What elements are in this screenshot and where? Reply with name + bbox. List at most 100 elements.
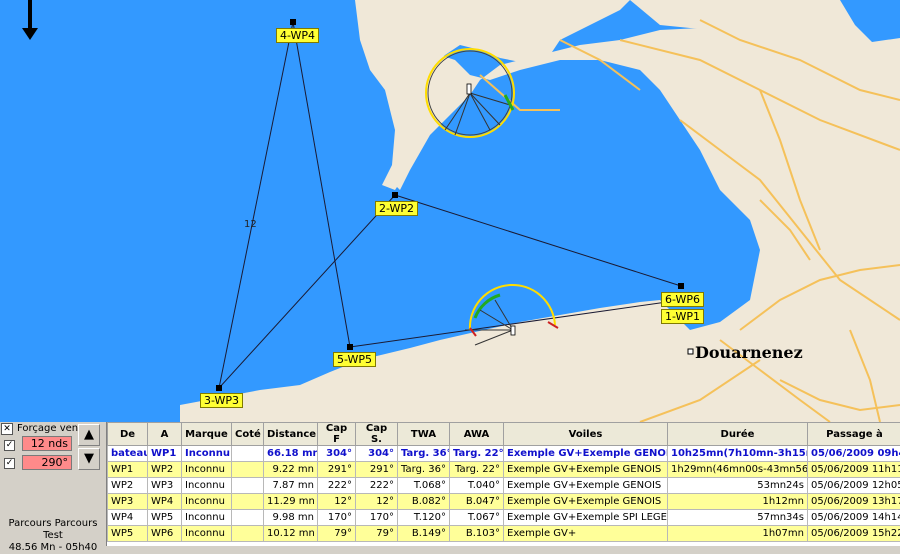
col-header[interactable]: Cap F (318, 423, 356, 446)
cell: Exemple GV+Exemple SPI LEGER (504, 510, 668, 526)
cell: 9.98 mn (264, 510, 318, 526)
cell: WP5 (148, 510, 182, 526)
cell: 222° (356, 478, 398, 494)
close-icon[interactable]: ✕ (1, 423, 13, 435)
col-header[interactable]: Passage à (808, 423, 900, 446)
cell: 1h29mn(46mn00s-43mn56s) (668, 462, 808, 478)
table-row[interactable]: WP3 WP4 Inconnu 11.29 mn 12° 12° B.082° … (108, 494, 900, 510)
cell: T.068° (398, 478, 450, 494)
wind-arrow-icon (22, 0, 38, 40)
cell: WP3 (108, 494, 148, 510)
cell: 1h12mn (668, 494, 808, 510)
cell: 57mn34s (668, 510, 808, 526)
cell: 10.12 mn (264, 526, 318, 542)
cell: bateau (108, 446, 148, 462)
cell: 05/06/2009 14h14 (808, 510, 900, 526)
col-header[interactable]: TWA (398, 423, 450, 446)
boat-icon (511, 326, 515, 335)
cell: WP4 (108, 510, 148, 526)
table-row[interactable]: WP4 WP5 Inconnu 9.98 mn 170° 170° T.120°… (108, 510, 900, 526)
cell: 12° (356, 494, 398, 510)
col-header[interactable]: A (148, 423, 182, 446)
cell: Inconnu (182, 494, 232, 510)
col-header[interactable]: Voiles (504, 423, 668, 446)
cell: Inconnu (182, 446, 232, 462)
cell: 05/06/2009 15h22 (808, 526, 900, 542)
route-status-name: Parcours Parcours Test (2, 518, 104, 542)
cell: 7.87 mn (264, 478, 318, 494)
cell: 170° (318, 510, 356, 526)
cell (232, 478, 264, 494)
cell: Targ. 36° (398, 446, 450, 462)
cell: Inconnu (182, 462, 232, 478)
table-row[interactable]: WP5 WP6 Inconnu 10.12 mn 79° 79° B.149° … (108, 526, 900, 542)
cell: 304° (318, 446, 356, 462)
panel-title: Forçage vent (17, 423, 82, 434)
land-north-point (355, 0, 630, 190)
table-row[interactable]: bateau WP1 Inconnu 66.18 mn 304° 304° Ta… (108, 446, 900, 462)
cell: 9.22 mn (264, 462, 318, 478)
col-header[interactable]: Distance (264, 423, 318, 446)
cell: T.120° (398, 510, 450, 526)
route-status-summary: 48.56 Mn - 05h40 (2, 542, 104, 554)
route-table: De A Marque Coté Distance Cap F Cap S. T… (106, 422, 900, 546)
waypoint-label-wp4[interactable]: 4-WP4 (276, 28, 319, 43)
chart-map[interactable]: 12 4-WP4 2-WP2 6-WP6 1-WP1 5-WP5 3-WP3 D… (0, 0, 900, 422)
waypoint-label-wp5[interactable]: 5-WP5 (333, 352, 376, 367)
cell: B.082° (398, 494, 450, 510)
wind-force-panel: ✕ Forçage vent ✓ 12 nds ✓ 290° ▲ ▼ Parco… (0, 422, 106, 546)
col-header[interactable]: De (108, 423, 148, 446)
cell: 53mn24s (668, 478, 808, 494)
cell: Targ. 22° (450, 462, 504, 478)
cell: Inconnu (182, 510, 232, 526)
waypoint-label-wp2[interactable]: 2-WP2 (375, 201, 418, 216)
cell (232, 462, 264, 478)
up-button[interactable]: ▲ (78, 424, 100, 446)
cell: Inconnu (182, 526, 232, 542)
cell: Exemple GV+Exemple GENOIS (504, 478, 668, 494)
cell (232, 526, 264, 542)
cell: 05/06/2009 09h41 (808, 446, 900, 462)
down-button[interactable]: ▼ (78, 448, 100, 470)
leg-label: 12 (244, 219, 257, 230)
cell: 304° (356, 446, 398, 462)
cell (232, 510, 264, 526)
cell: Targ. 22° (450, 446, 504, 462)
cell: WP2 (148, 462, 182, 478)
col-header[interactable]: Durée (668, 423, 808, 446)
col-header[interactable]: Cap S. (356, 423, 398, 446)
cell: 11.29 mn (264, 494, 318, 510)
wind-dir-checkbox[interactable]: ✓ (4, 458, 15, 469)
cell: Exemple GV+Exemple GENOIS (504, 462, 668, 478)
wind-speed-field[interactable]: 12 nds (22, 436, 72, 451)
cell: 170° (356, 510, 398, 526)
wind-speed-checkbox[interactable]: ✓ (4, 440, 15, 451)
table-row[interactable]: WP2 WP3 Inconnu 7.87 mn 222° 222° T.068°… (108, 478, 900, 494)
cell: B.047° (450, 494, 504, 510)
wind-dir-field[interactable]: 290° (22, 455, 72, 470)
cell: 79° (318, 526, 356, 542)
cell (232, 494, 264, 510)
cell: WP5 (108, 526, 148, 542)
col-header[interactable]: AWA (450, 423, 504, 446)
cell: 1h07mn (668, 526, 808, 542)
cell: 12° (318, 494, 356, 510)
table-header-row: De A Marque Coté Distance Cap F Cap S. T… (108, 423, 900, 446)
cell: 79° (356, 526, 398, 542)
waypoint-label-wp1[interactable]: 1-WP1 (661, 309, 704, 324)
cell: B.103° (450, 526, 504, 542)
col-header[interactable]: Marque (182, 423, 232, 446)
city-label: Douarnenez (695, 343, 803, 362)
cell: 66.18 mn (264, 446, 318, 462)
cell: WP3 (148, 478, 182, 494)
table-row[interactable]: WP1 WP2 Inconnu 9.22 mn 291° 291° Targ. … (108, 462, 900, 478)
cell: 05/06/2009 13h17 (808, 494, 900, 510)
waypoint-label-wp6[interactable]: 6-WP6 (661, 292, 704, 307)
waypoint-label-wp3[interactable]: 3-WP3 (200, 393, 243, 408)
cell: 05/06/2009 11h11 (808, 462, 900, 478)
cell (232, 446, 264, 462)
cell: 222° (318, 478, 356, 494)
cell: Inconnu (182, 478, 232, 494)
col-header[interactable]: Coté (232, 423, 264, 446)
cell: WP4 (148, 494, 182, 510)
